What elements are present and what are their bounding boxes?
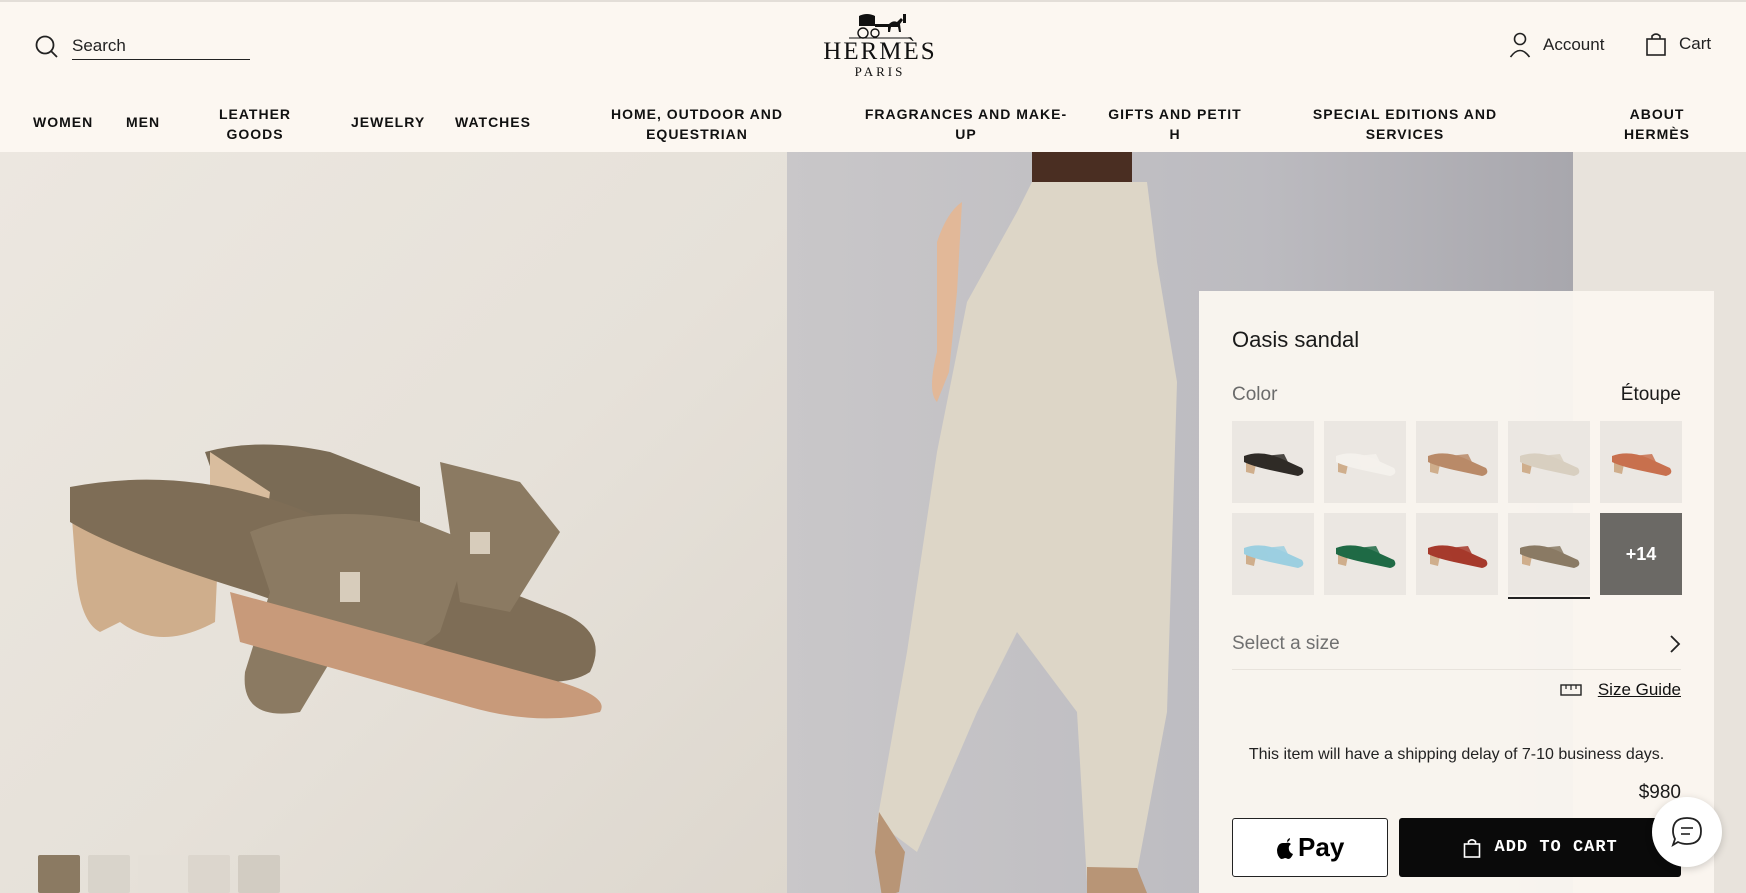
nav-item-women[interactable]: WOMEN [33,112,93,132]
nav-item-special-editions[interactable]: SPECIAL EDITIONS AND SERVICES [1303,104,1507,144]
color-swatch[interactable] [1232,421,1314,503]
size-guide-link[interactable]: Size Guide [1598,680,1681,700]
product-image-sandal[interactable] [0,152,787,893]
product-price: $980 [1638,782,1681,803]
color-swatch[interactable] [1324,513,1406,595]
logo-wordmark: HERMÈS [823,38,937,65]
sandal-swatch-icon [1612,453,1672,476]
purchase-buttons: Pay ADD TO CART [1232,818,1681,877]
nav-item-men[interactable]: MEN [126,112,160,132]
account-link[interactable]: Account [1509,32,1604,58]
brand-logo[interactable]: HERMÈS PARIS [820,12,940,79]
add-to-cart-button[interactable]: ADD TO CART [1399,818,1681,877]
color-swatch[interactable] [1416,421,1498,503]
color-swatch[interactable] [1232,513,1314,595]
thumbnail-1[interactable] [38,855,80,893]
chevron-right-icon [1670,635,1681,653]
color-swatch[interactable] [1600,421,1682,503]
search-icon[interactable] [34,34,60,60]
size-selector[interactable]: Select a size [1232,633,1681,670]
nav-item-fragrances-makeup[interactable]: FRAGRANCES AND MAKE- UP [858,104,1074,144]
more-colors-count: +14 [1625,543,1657,564]
chat-bubble-icon [1671,817,1702,848]
nav-item-home-outdoor-equestrian[interactable]: HOME, OUTDOOR AND EQUESTRIAN [597,104,797,144]
add-to-cart-label: ADD TO CART [1494,838,1618,857]
color-swatch-selected[interactable] [1508,513,1590,599]
account-label: Account [1543,35,1605,54]
user-icon [1509,32,1531,58]
selected-color-value: Étoupe [1620,384,1681,405]
apple-pay-label: Pay [1298,832,1345,862]
cart-link[interactable]: Cart [1645,32,1711,56]
search-bar[interactable] [34,34,250,60]
search-input[interactable] [72,34,250,60]
thumbnail-2[interactable] [88,855,130,893]
product-title: Oasis sandal [1232,327,1360,352]
thumbnail-5[interactable] [238,855,280,893]
color-row: Color Étoupe [1232,384,1681,406]
size-selector-label: Select a size [1232,633,1340,654]
sandal-swatch-icon [1428,453,1488,476]
logo-city: PARIS [854,64,906,79]
product-purchase-panel: Oasis sandal Color Étoupe +14 Select a s… [1199,291,1714,893]
apple-pay-button[interactable]: Pay [1232,818,1389,877]
sandal-swatch-icon [1428,545,1488,568]
sandal-swatch-icon [1336,545,1396,568]
nav-item-leather-goods[interactable]: LEATHER GOODS [210,104,300,144]
size-guide: Size Guide [1232,680,1681,700]
sandal-swatch-icon [1336,453,1396,476]
shipping-delay-notice: This item will have a shipping delay of … [1248,746,1665,763]
shopping-bag-icon [1646,33,1666,56]
sandal-swatch-icon [1244,545,1304,568]
nav-item-about-hermes[interactable]: ABOUT HERMÈS [1612,104,1702,144]
color-swatch[interactable] [1324,421,1406,503]
thumbnail-3[interactable] [138,855,180,893]
sandal-swatch-icon [1244,453,1304,476]
nav-item-gifts-petit-h[interactable]: GIFTS AND PETIT H [1100,104,1250,144]
site-header: HERMÈS PARIS Account Cart WOMEN MEN LEAT… [0,0,1746,152]
gallery-thumbnails [38,855,280,893]
ruler-icon [1560,684,1582,696]
sandal-illustration [70,444,602,719]
more-colors-button[interactable]: +14 [1600,513,1682,595]
color-label: Color [1232,384,1278,405]
color-swatch[interactable] [1416,513,1498,595]
color-swatches: +14 [1232,421,1682,599]
main-navigation: WOMEN MEN LEATHER GOODS JEWELRY WATCHES … [0,102,1746,148]
thumbnail-4[interactable] [188,855,230,893]
color-swatch[interactable] [1508,421,1590,503]
carriage-logo-icon [849,14,911,39]
nav-item-watches[interactable]: WATCHES [455,112,531,132]
sandal-swatch-icon [1520,545,1580,568]
sandal-swatch-icon [1520,453,1580,476]
nav-item-jewelry[interactable]: JEWELRY [351,112,425,132]
shopping-bag-icon [1463,838,1480,858]
chat-button[interactable] [1652,797,1722,867]
apple-logo-icon [1277,837,1294,859]
cart-label: Cart [1679,34,1712,53]
